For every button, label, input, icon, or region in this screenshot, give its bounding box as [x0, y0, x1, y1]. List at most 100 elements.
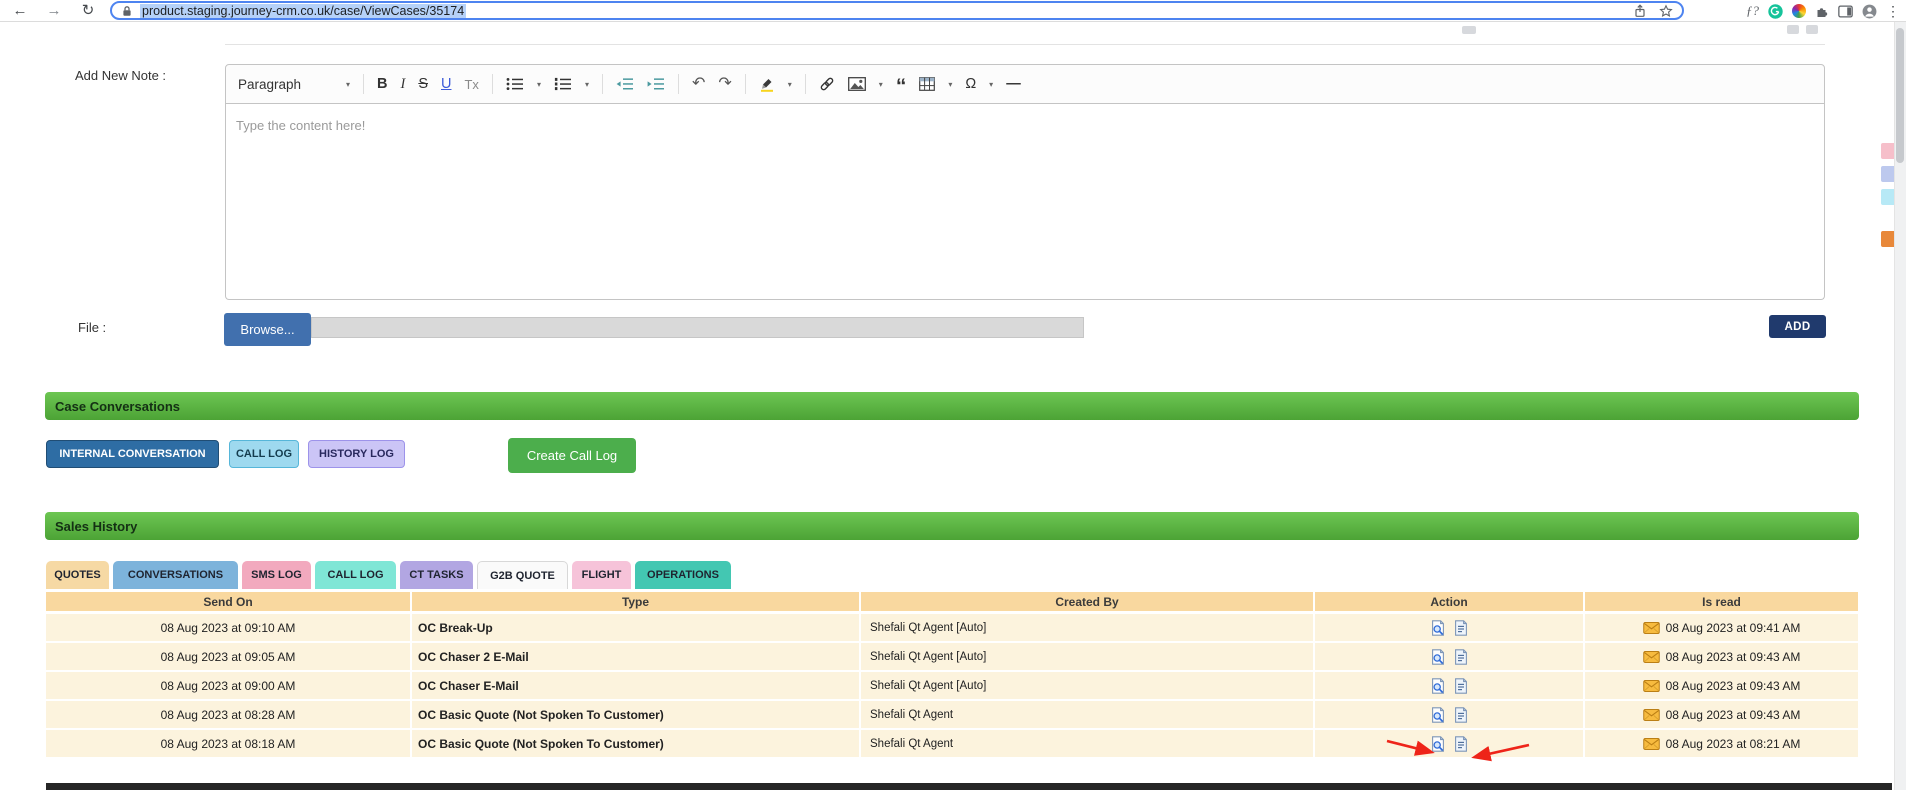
envelope-icon [1643, 651, 1660, 663]
paragraph-dropdown[interactable]: Paragraph ▾ [238, 77, 350, 92]
lock-icon [121, 5, 133, 17]
fonts-extension-icon[interactable]: ƒ? [1746, 3, 1759, 19]
document-icon[interactable] [1453, 620, 1469, 636]
sales-history-table: Send On Type Created By Action Is read 0… [46, 592, 1858, 759]
chevron-down-icon[interactable]: ▾ [989, 80, 993, 89]
preview-icon[interactable] [1430, 678, 1446, 694]
browser-toolbar: ← → ↻ product.staging.journey-crm.co.uk/… [0, 0, 1906, 22]
cell-type: OC Basic Quote (Not Spoken To Customer) [410, 701, 859, 728]
table-header-row: Send On Type Created By Action Is read [46, 592, 1858, 614]
horizontal-line-button[interactable]: — [1006, 77, 1021, 92]
internal-conversation-button[interactable]: INTERNAL CONVERSATION [46, 440, 219, 468]
browser-extensions-area: ƒ? ⋮ [1746, 0, 1900, 22]
redo-button[interactable]: ↷ [718, 76, 731, 92]
bookmark-star-icon[interactable] [1659, 4, 1673, 18]
tab-conversations[interactable]: CONVERSATIONS [113, 561, 238, 589]
chevron-down-icon[interactable]: ▾ [537, 80, 541, 89]
cell-created-by: Shefali Qt Agent [Auto] [859, 614, 1313, 641]
bold-button[interactable]: B [377, 77, 387, 92]
cell-type: OC Break-Up [410, 614, 859, 641]
chevron-down-icon[interactable]: ▾ [879, 80, 883, 89]
underline-button[interactable]: U [441, 77, 451, 92]
tab-call-log[interactable]: CALL LOG [315, 561, 396, 589]
envelope-icon [1643, 680, 1660, 692]
italic-button[interactable]: I [400, 77, 405, 92]
color-picker-extension-icon[interactable] [1792, 4, 1806, 18]
tab-ct-tasks[interactable]: CT TASKS [400, 561, 473, 589]
cutoff-icon [1806, 25, 1818, 34]
chevron-down-icon[interactable]: ▾ [788, 80, 792, 89]
document-icon[interactable] [1453, 678, 1469, 694]
tab-quotes[interactable]: QUOTES [46, 561, 109, 589]
tab-sms-log[interactable]: SMS LOG [242, 561, 311, 589]
extensions-puzzle-icon[interactable] [1815, 4, 1829, 18]
crm-page: ← → ↻ product.staging.journey-crm.co.uk/… [0, 0, 1906, 790]
header-send-on: Send On [203, 594, 253, 609]
header-type: Type [410, 592, 859, 611]
address-bar[interactable]: product.staging.journey-crm.co.uk/case/V… [110, 1, 1684, 20]
chevron-down-icon[interactable]: ▾ [585, 80, 589, 89]
document-icon[interactable] [1453, 649, 1469, 665]
add-button[interactable]: ADD [1769, 315, 1826, 338]
toolbar-separator [677, 74, 679, 94]
paragraph-dropdown-label: Paragraph [238, 76, 302, 92]
envelope-icon [1643, 622, 1660, 634]
cutoff-icon [1462, 26, 1476, 34]
envelope-icon [1643, 709, 1660, 721]
preview-icon[interactable] [1430, 707, 1446, 723]
cell-is-read: 08 Aug 2023 at 09:43 AM [1583, 672, 1858, 699]
cell-type: OC Basic Quote (Not Spoken To Customer) [410, 730, 859, 757]
strikethrough-button[interactable]: S [418, 77, 428, 92]
insert-image-button[interactable] [848, 77, 866, 91]
section-divider [225, 44, 1825, 45]
call-log-button[interactable]: CALL LOG [229, 440, 299, 468]
back-button[interactable]: ← [8, 0, 32, 22]
tab-flight[interactable]: FLIGHT [572, 561, 631, 589]
header-created-by: Created By [859, 592, 1313, 611]
tab-operations[interactable]: OPERATIONS [635, 561, 731, 589]
scrollbar-thumb[interactable] [1896, 28, 1904, 163]
tab-g2b-quote[interactable]: G2B QUOTE [477, 561, 568, 589]
numbered-list-button[interactable] [554, 77, 572, 91]
next-section-edge [46, 783, 1892, 790]
cell-is-read: 08 Aug 2023 at 09:43 AM [1583, 701, 1858, 728]
is-read-date: 08 Aug 2023 at 09:43 AM [1665, 707, 1801, 722]
header-is-read: Is read [1583, 592, 1858, 611]
preview-icon[interactable] [1430, 620, 1446, 636]
is-read-date: 08 Aug 2023 at 08:21 AM [1665, 736, 1801, 751]
cell-is-read: 08 Aug 2023 at 09:41 AM [1583, 614, 1858, 641]
browser-menu-icon[interactable]: ⋮ [1886, 3, 1900, 20]
indent-button[interactable] [647, 77, 665, 91]
link-button[interactable] [819, 76, 835, 92]
toolbar-separator [601, 74, 603, 94]
url-text: product.staging.journey-crm.co.uk/case/V… [140, 3, 467, 18]
file-input[interactable] [311, 317, 1084, 338]
sales-history-header: Sales History [45, 512, 1859, 540]
profile-avatar-icon[interactable] [1862, 4, 1877, 19]
insert-table-button[interactable] [919, 77, 935, 91]
cell-action [1313, 730, 1583, 757]
blockquote-button[interactable]: “ [896, 77, 907, 92]
preview-icon[interactable] [1430, 736, 1446, 752]
special-character-button[interactable]: Ω [965, 77, 976, 92]
create-call-log-button[interactable]: Create Call Log [508, 438, 636, 473]
outdent-button[interactable] [616, 77, 634, 91]
highlight-marker-button[interactable] [759, 76, 775, 92]
chevron-down-icon[interactable]: ▾ [948, 80, 952, 89]
forward-button[interactable]: → [42, 0, 66, 22]
bullet-list-button[interactable] [506, 77, 524, 91]
table-row: 08 Aug 2023 at 09:00 AM OC Chaser E-Mail… [46, 672, 1858, 701]
preview-icon[interactable] [1430, 649, 1446, 665]
cell-action [1313, 643, 1583, 670]
note-editor-area[interactable]: Type the content here! [225, 104, 1825, 300]
history-log-button[interactable]: HISTORY LOG [308, 440, 405, 468]
side-panel-icon[interactable] [1838, 5, 1853, 18]
grammarly-icon[interactable] [1768, 4, 1783, 19]
document-icon[interactable] [1453, 736, 1469, 752]
remove-format-button[interactable]: Tx [464, 78, 478, 91]
document-icon[interactable] [1453, 707, 1469, 723]
browse-button[interactable]: Browse... [224, 313, 311, 346]
reload-button[interactable]: ↻ [76, 0, 100, 22]
undo-button[interactable]: ↶ [692, 76, 705, 92]
share-icon[interactable] [1633, 4, 1647, 18]
